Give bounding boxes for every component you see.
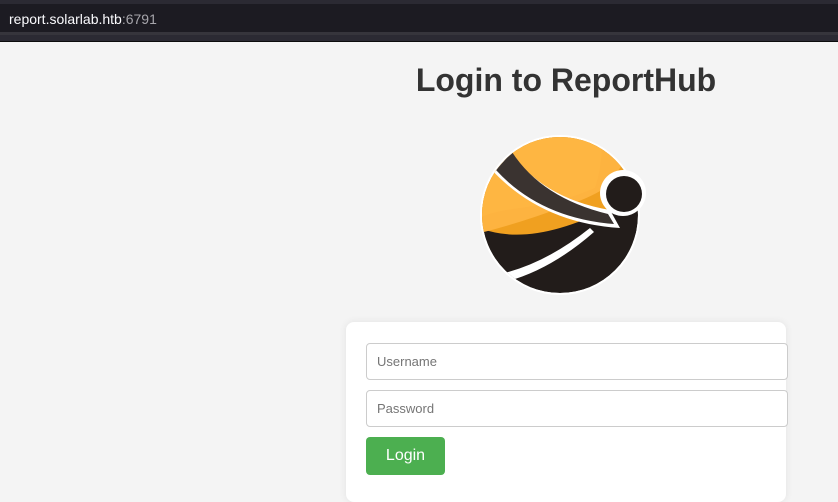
url-host: report.solarlab.htb [9,11,122,27]
password-input[interactable] [366,390,788,427]
logo-dot [606,176,642,212]
address-bar[interactable]: report.solarlab.htb:6791 [0,4,838,35]
username-input[interactable] [366,343,788,380]
login-button[interactable]: Login [366,437,445,475]
url-text[interactable]: report.solarlab.htb:6791 [9,11,157,27]
url-port: :6791 [121,11,157,27]
reporthub-logo-icon [480,135,646,295]
page-title: Login to ReportHub [415,62,717,98]
browser-toolbar: report.solarlab.htb:6791 [0,0,838,42]
